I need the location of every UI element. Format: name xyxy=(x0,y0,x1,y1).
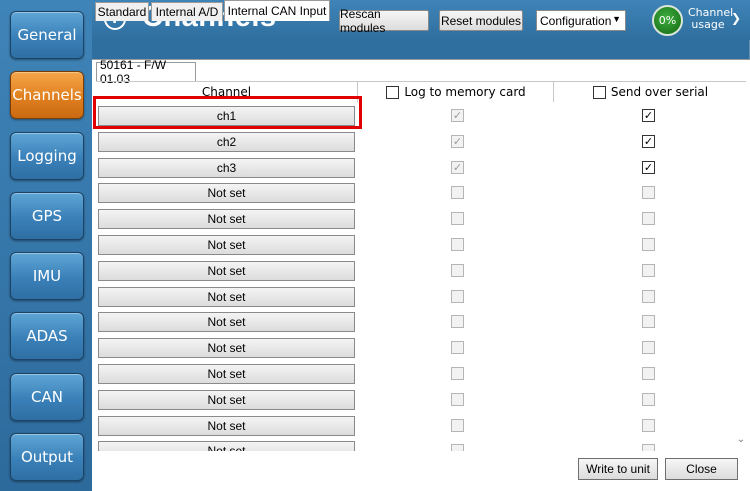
table-row: Not set xyxy=(96,335,746,361)
sidebar-item-adas[interactable]: ADAS xyxy=(10,312,84,360)
send-checkbox[interactable]: ✓ xyxy=(642,134,655,148)
send-all-checkbox[interactable] xyxy=(592,85,606,99)
content-panel: 50161 - F/W 01.03 Channel Log to memory … xyxy=(92,58,750,491)
channel-usage-label: Channel usage xyxy=(688,6,734,31)
column-header-log: Log to memory card xyxy=(359,82,554,102)
rescan-modules-button[interactable]: Rescan modules xyxy=(339,7,429,35)
grid-header: Channel Log to memory card Send over ser… xyxy=(96,82,746,102)
log-checkbox[interactable]: ✓ xyxy=(451,134,464,148)
sidebar-item-gps[interactable]: GPS xyxy=(10,192,84,240)
channel-button[interactable]: Not set xyxy=(98,260,355,281)
log-checkbox[interactable]: ✓ xyxy=(451,160,464,174)
channel-grid: Channel Log to memory card Send over ser… xyxy=(96,81,746,451)
table-row: Not set xyxy=(96,387,746,413)
channel-button[interactable]: Not set xyxy=(98,415,355,436)
send-checkbox[interactable] xyxy=(642,186,655,200)
log-checkbox[interactable] xyxy=(451,444,464,451)
table-row: Not set xyxy=(96,361,746,387)
sidebar-item-can[interactable]: CAN xyxy=(10,373,84,421)
send-checkbox[interactable] xyxy=(642,315,655,329)
log-checkbox[interactable] xyxy=(451,186,464,200)
log-checkbox[interactable] xyxy=(451,418,464,432)
send-checkbox[interactable] xyxy=(642,444,655,451)
table-row: Not set xyxy=(96,413,746,439)
send-checkbox[interactable] xyxy=(642,367,655,380)
channel-usage-indicator[interactable]: 0% xyxy=(652,5,683,36)
send-checkbox[interactable]: ✓ xyxy=(642,109,655,122)
channel-button[interactable]: Not set xyxy=(98,183,355,204)
log-checkbox[interactable]: ✓ xyxy=(451,109,464,122)
sidebar-item-general[interactable]: General xyxy=(10,11,84,59)
scroll-down-icon[interactable]: ⌄ xyxy=(734,434,748,448)
configuration-dropdown[interactable]: Configuration ▼ xyxy=(536,10,626,31)
module-subtab[interactable]: 50161 - F/W 01.03 xyxy=(96,58,196,86)
log-checkbox[interactable] xyxy=(451,367,464,380)
send-checkbox[interactable] xyxy=(642,263,655,277)
channel-button[interactable]: Not set xyxy=(98,312,355,333)
log-checkbox[interactable] xyxy=(451,238,464,251)
channel-button[interactable]: ch3 xyxy=(98,157,355,178)
tab-standard[interactable]: Standard xyxy=(95,2,149,21)
vertical-scrollbar[interactable] xyxy=(734,101,748,449)
channel-button[interactable]: Not set xyxy=(98,286,355,307)
sidebar-item-logging[interactable]: Logging xyxy=(10,132,84,180)
table-row: Not set xyxy=(96,232,746,258)
sidebar-item-imu[interactable]: IMU xyxy=(10,252,84,300)
table-row: Not set xyxy=(96,438,746,451)
sidebar-item-channels[interactable]: Channels xyxy=(10,71,84,119)
sidebar-item-output[interactable]: Output xyxy=(10,433,84,481)
channel-button[interactable]: Not set xyxy=(98,389,355,410)
column-header-send: Send over serial xyxy=(555,82,746,102)
send-checkbox[interactable] xyxy=(642,238,655,251)
log-checkbox[interactable] xyxy=(451,263,464,277)
log-checkbox[interactable] xyxy=(451,212,464,226)
send-checkbox[interactable] xyxy=(642,341,655,355)
column-header-channel: Channel xyxy=(96,82,358,102)
log-checkbox[interactable] xyxy=(451,341,464,355)
tab-internal-can-input[interactable]: Internal CAN Input xyxy=(224,0,330,21)
table-row: Not set xyxy=(96,180,746,206)
channel-button[interactable]: Not set xyxy=(98,364,355,384)
send-checkbox[interactable]: ✓ xyxy=(642,160,655,174)
triangle-down-icon: ▼ xyxy=(612,14,621,24)
log-checkbox[interactable] xyxy=(451,315,464,329)
table-row: ch1 ✓ ✓ xyxy=(96,103,746,129)
write-to-unit-button[interactable]: Write to unit xyxy=(578,458,658,480)
log-checkbox[interactable] xyxy=(451,289,464,303)
channel-button[interactable]: ch2 xyxy=(98,131,355,152)
configuration-value: Configuration xyxy=(540,13,612,28)
chevron-down-icon[interactable]: ❯ xyxy=(731,11,741,25)
table-row: Not set xyxy=(96,206,746,232)
table-row: ch2 ✓ ✓ xyxy=(96,129,746,155)
sidebar: General Channels Logging GPS IMU ADAS CA… xyxy=(0,0,92,491)
channel-button[interactable]: Not set xyxy=(98,441,355,451)
tab-internal-ad[interactable]: Internal A/D xyxy=(151,2,223,21)
channel-button[interactable]: Not set xyxy=(98,235,355,255)
channel-button[interactable]: Not set xyxy=(98,209,355,230)
table-row: Not set xyxy=(96,309,746,335)
channel-button[interactable]: ch1 xyxy=(98,106,355,126)
table-row: Not set xyxy=(96,258,746,284)
table-row: Not set xyxy=(96,284,746,310)
send-checkbox[interactable] xyxy=(642,212,655,226)
column-header-send-label: Send over serial xyxy=(610,85,709,99)
log-checkbox[interactable] xyxy=(451,392,464,406)
channel-button[interactable]: Not set xyxy=(98,338,355,359)
table-row: ch3 ✓ ✓ xyxy=(96,155,746,181)
column-header-log-label: Log to memory card xyxy=(404,85,526,99)
reset-modules-button[interactable]: Reset modules xyxy=(439,10,523,31)
send-checkbox[interactable] xyxy=(642,289,655,303)
send-checkbox[interactable] xyxy=(642,418,655,432)
send-checkbox[interactable] xyxy=(642,392,655,406)
log-all-checkbox[interactable] xyxy=(386,85,400,99)
close-button[interactable]: Close xyxy=(665,458,738,480)
